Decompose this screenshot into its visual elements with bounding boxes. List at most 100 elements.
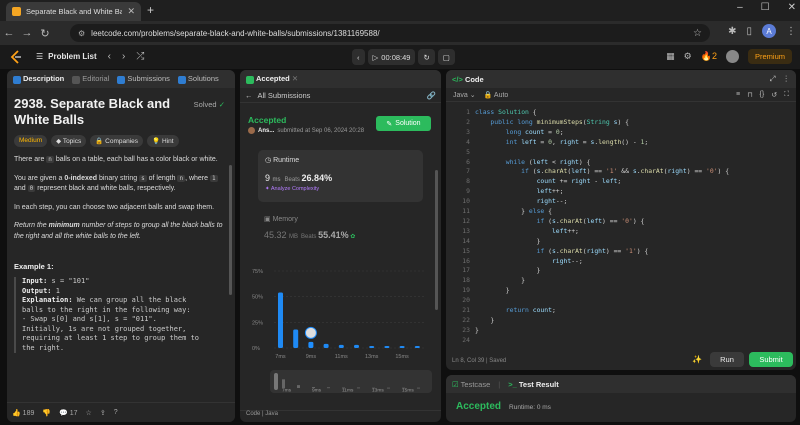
bookmark-icon[interactable]: ⊓ <box>747 91 752 99</box>
username[interactable]: Ans... <box>258 128 274 134</box>
submit-button[interactable]: Submit <box>749 352 793 367</box>
chart-bar <box>354 344 359 348</box>
mode-label: Auto <box>493 91 509 99</box>
runtime-card[interactable]: ◷ Runtime 9 ms Beats 26.84% ✦ Analyze Com… <box>258 150 423 202</box>
analyze-complexity-link[interactable]: ✦ Analyze Complexity <box>265 186 416 192</box>
leetcode-topbar: ☰ Problem List ‹ › ⤮ ‹ ▷ 00:08:49 ↻ ▢ ▦ ⚙… <box>0 45 800 69</box>
comments-button[interactable]: 💬 17 <box>59 409 77 417</box>
next-problem-icon[interactable]: › <box>122 51 125 62</box>
profile-avatar[interactable]: A <box>762 24 776 38</box>
runtime-distribution-chart[interactable]: 75% 50% 25% 0% 7ms 9ms 11ms 13ms 15ms <box>248 263 434 363</box>
memory-beats: Beats 55.41% ✿ <box>301 230 356 240</box>
example-text: 1 <box>51 286 60 295</box>
like-button[interactable]: 👍 189 <box>12 409 34 417</box>
reload-icon[interactable]: ↻ <box>36 27 54 40</box>
difficulty-badge[interactable]: Medium <box>14 135 48 147</box>
panel-menu-icon[interactable]: ⋮ <box>783 74 791 84</box>
code-line: right--; <box>551 256 583 265</box>
maximize-icon[interactable]: ☐ <box>761 2 770 13</box>
user-avatar[interactable] <box>725 50 739 63</box>
code-editor[interactable]: 1 class Solution {2 public long minimumSt… <box>446 108 796 348</box>
slider-label: 7ms <box>282 388 292 394</box>
hint-tag[interactable]: 💡 Hint <box>147 135 179 147</box>
slider-label: 9ms <box>312 388 322 394</box>
back-arrow-icon[interactable]: ← <box>245 91 253 100</box>
tab-solutions[interactable]: Solutions <box>177 74 219 84</box>
browser-tab[interactable]: Separate Black and White Balls ✕ <box>6 2 141 21</box>
code-line: right--; <box>536 197 568 206</box>
inline-code: s <box>139 174 147 182</box>
close-tab-icon[interactable]: ✕ <box>127 6 135 17</box>
shuffle-icon[interactable]: ⤮ <box>136 51 144 62</box>
tab-testcase[interactable]: ☑ Testcase <box>452 380 490 389</box>
forward-arrow-icon[interactable]: → <box>18 27 36 39</box>
tab-description[interactable]: Description <box>13 74 64 84</box>
link-icon[interactable]: 🔗 <box>427 91 436 100</box>
autocomplete-toggle[interactable]: 🔒 Auto <box>484 91 509 99</box>
test-result-tab-label: Test Result <box>518 379 559 389</box>
leaf-icon: ✿ <box>350 234 356 240</box>
favorite-icon[interactable]: ☆ <box>86 409 92 417</box>
timer-reset-icon[interactable]: ↻ <box>418 49 435 65</box>
runtime-range-slider[interactable]: 7ms 9ms 11ms 13ms 15ms <box>270 370 432 393</box>
back-arrow-icon[interactable]: ← <box>0 27 18 39</box>
prev-problem-icon[interactable]: ‹ <box>108 51 111 62</box>
minimize-icon[interactable]: – <box>737 2 743 13</box>
premium-button[interactable]: Premium <box>747 49 792 64</box>
ai-assist-icon[interactable]: ✨ <box>692 355 702 364</box>
leetcode-logo-icon[interactable] <box>10 50 22 64</box>
all-submissions-link[interactable]: All Submissions <box>258 91 311 100</box>
solution-button[interactable]: ✎ Solution <box>376 116 431 131</box>
close-tab-icon[interactable]: ✕ <box>292 74 298 83</box>
tab-code[interactable]: </> Code <box>452 75 484 84</box>
dislike-button[interactable]: 👎 <box>42 409 51 417</box>
settings-icon[interactable]: ⚙ <box>684 51 692 62</box>
solution-label: Solution <box>395 120 421 127</box>
timer-display[interactable]: ▷ 00:08:49 <box>367 49 416 65</box>
text: binary string <box>97 174 140 182</box>
help-icon[interactable]: ? <box>114 409 118 416</box>
line-number: 9 <box>466 187 470 196</box>
topics-tag[interactable]: ◆ Topics <box>51 135 87 147</box>
submission-scrollbar[interactable] <box>435 170 438 310</box>
testcase-tab-label: Testcase <box>460 379 491 389</box>
fullscreen-icon[interactable]: ⛶ <box>784 91 789 99</box>
companies-tag[interactable]: 🔒 Companies <box>90 135 144 147</box>
code-line: } <box>475 266 541 275</box>
streak-counter[interactable]: 🔥2 <box>701 51 717 62</box>
line-number: 8 <box>466 177 470 186</box>
address-bar[interactable]: ⚙ leetcode.com/problems/separate-black-a… <box>70 24 710 42</box>
language-select[interactable]: Java ⌄ <box>453 91 476 99</box>
format-icon[interactable]: ≡ <box>736 91 740 99</box>
lock-icon: 🔒 <box>483 91 494 99</box>
browser-menu-icon[interactable]: ⋮ <box>786 26 796 37</box>
description-scrollbar[interactable] <box>229 165 232 295</box>
extensions-icon[interactable]: ✱ <box>728 26 736 37</box>
memory-card[interactable]: ▣ Memory 45.32 MB Beats 55.41% ✿ <box>264 215 429 240</box>
tab-editorial[interactable]: Editorial <box>72 74 109 84</box>
reset-icon[interactable]: ↺ <box>771 91 777 99</box>
maximize-panel-icon[interactable]: ⤢ <box>770 74 776 84</box>
submissions-icon <box>117 75 126 84</box>
slider-bar <box>297 385 300 388</box>
line-number: 3 <box>466 127 470 136</box>
layout-icon[interactable]: ▦ <box>666 51 675 62</box>
braces-icon[interactable]: {} <box>760 91 765 99</box>
new-tab-icon[interactable]: + <box>147 3 154 17</box>
tab-accepted[interactable]: Accepted ✕ <box>246 74 298 84</box>
tab-test-result[interactable]: >_ Test Result <box>508 380 559 389</box>
close-window-icon[interactable]: ✕ <box>788 2 796 13</box>
runtime-number: 9 <box>265 173 271 183</box>
notes-icon[interactable]: ▢ <box>437 49 455 65</box>
site-info-icon[interactable]: ⚙ <box>78 29 85 38</box>
runtime-label: ◷ Runtime <box>265 156 416 164</box>
share-icon[interactable]: ⇪ <box>100 409 106 417</box>
problem-list-nav[interactable]: ☰ Problem List ‹ › ⤮ <box>36 51 144 62</box>
browser-actions: ✱ ▯ A ⋮ <box>728 24 796 38</box>
slider-bar <box>387 387 390 389</box>
tab-submissions[interactable]: Submissions <box>117 74 170 84</box>
sidebar-icon[interactable]: ▯ <box>746 26 752 37</box>
run-button[interactable]: Run <box>710 352 744 367</box>
bookmark-star-icon[interactable]: ☆ <box>693 28 702 39</box>
timer-collapse-icon[interactable]: ‹ <box>352 49 365 65</box>
